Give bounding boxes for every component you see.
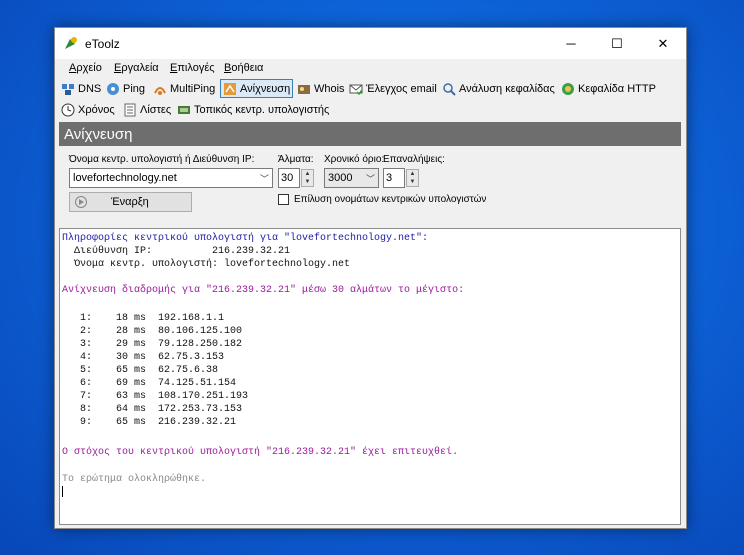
hop-row: 5: 65 ms 62.75.6.38 (62, 365, 219, 376)
menu-options[interactable]: Επιλογές (170, 62, 215, 74)
tool-multiping[interactable]: MultiPing (151, 79, 217, 98)
menu-file[interactable]: Αρχείο (69, 62, 102, 74)
tool-dns[interactable]: DNS (59, 79, 103, 98)
dns-icon (62, 83, 74, 95)
resolve-names-checkbox[interactable] (278, 194, 289, 205)
etoolz-app-icon (65, 37, 77, 49)
output-ip-line: Διεύθυνση IP: 216.239.32.21 (62, 246, 291, 257)
menu-tools[interactable]: Εργαλεία (114, 62, 159, 74)
text-caret (62, 486, 63, 497)
email-check-icon (349, 84, 363, 95)
toolbar-row-1: DNS Ping MultiPing Ανίχνευση Whois Έλεγχ… (55, 78, 686, 99)
hop-row: 8: 64 ms 172.253.73.153 (62, 404, 243, 415)
tool-email-check[interactable]: Έλεγχος email (347, 79, 439, 98)
output-trace-heading: Ανίχνευση διαδρομής για "216.239.32.21" … (62, 285, 465, 296)
start-button[interactable]: Έναρξη (69, 192, 192, 212)
maximize-button[interactable]: ☐ (594, 28, 640, 59)
list-icon (124, 103, 136, 116)
tool-lists[interactable]: Λίστες (121, 100, 173, 119)
hop-row: 4: 30 ms 62.75.3.153 (62, 352, 225, 363)
retries-spin-buttons[interactable]: ▲ ▼ (406, 169, 419, 187)
timeout-label: Χρονικό όριο: (324, 154, 385, 165)
tool-whois[interactable]: Whois (295, 79, 347, 98)
timeout-select[interactable]: 3000 ﹀ (324, 168, 379, 188)
section-title: Ανίχνευση (59, 122, 681, 146)
hop-row: 3: 29 ms 79.128.250.182 (62, 339, 243, 350)
hop-row: 1: 18 ms 192.168.1.1 (62, 313, 225, 324)
clock-icon (61, 103, 75, 116)
hop-row: 9: 65 ms 216.239.32.21 (62, 417, 237, 428)
retries-label: Επαναλήψεις: (383, 154, 445, 165)
traceroute-icon (224, 82, 236, 95)
chevron-down-icon[interactable]: ﹀ (260, 172, 269, 185)
tool-ping[interactable]: Ping (104, 79, 147, 98)
menu-bar: Αρχείο Εργαλεία Επιλογές Βοήθεια (55, 59, 686, 78)
hop-row: 2: 28 ms 80.106.125.100 (62, 326, 243, 337)
tool-local-host[interactable]: Τοπικός κεντρ. υπολογιστής (175, 100, 331, 119)
toolbar-row-2: Χρόνος Λίστες Τοπικός κεντρ. υπολογιστής (55, 99, 686, 120)
hop-row: 7: 63 ms 108.170.251.193 (62, 391, 249, 402)
title-bar[interactable]: eToolz ─ ☐ ✕ (55, 28, 686, 59)
hop-row: 6: 69 ms 74.125.51.154 (62, 378, 237, 389)
host-input[interactable]: lovefortechnology.net ﹀ (69, 168, 273, 188)
output-target-reached: Ο στόχος του κεντρικού υπολογιστή "216.2… (62, 447, 459, 458)
retries-input[interactable]: 3 (383, 168, 405, 188)
trace-options-panel: Όνομα κεντρ. υπολογιστή ή Διεύθυνση IP: … (59, 146, 681, 224)
ping-icon (107, 82, 119, 95)
whois-icon (298, 84, 310, 94)
resolve-names-label: Επίλυση ονομάτων κεντρικών υπολογιστών (294, 194, 487, 205)
output-query-complete: Το ερώτημα ολοκληρώθηκε. (62, 474, 207, 485)
menu-help[interactable]: Βοήθεια (224, 62, 263, 74)
http-header-icon (562, 82, 574, 95)
tool-http-header[interactable]: Κεφαλίδα HTTP (559, 79, 658, 98)
play-icon (75, 196, 87, 208)
host-label: Όνομα κεντρ. υπολογιστή ή Διεύθυνση IP: (69, 154, 255, 165)
local-host-icon (178, 105, 190, 114)
tool-header-analysis[interactable]: Ανάλυση κεφαλίδας (440, 79, 557, 98)
hops-label: Άλματα: (278, 154, 314, 165)
output-name-line: Όνομα κεντρ. υπολογιστή: lovefortechnolo… (62, 259, 351, 270)
window-title: eToolz (85, 37, 120, 51)
output-info-heading: Πληροφορίες κεντρικού υπολογιστή για "lo… (62, 233, 429, 244)
tool-traceroute[interactable]: Ανίχνευση (220, 79, 294, 98)
header-analysis-icon (443, 82, 456, 96)
hops-input[interactable]: 30 (278, 168, 300, 188)
chevron-down-icon[interactable]: ﹀ (366, 172, 375, 185)
hops-spin-buttons[interactable]: ▲ ▼ (301, 169, 314, 187)
trace-output[interactable]: Πληροφορίες κεντρικού υπολογιστή για "lo… (59, 228, 681, 525)
tool-time[interactable]: Χρόνος (59, 100, 117, 119)
close-button[interactable]: ✕ (640, 28, 686, 59)
multiping-icon (154, 86, 166, 95)
etoolz-window: eToolz ─ ☐ ✕ Αρχείο Εργαλεία Επιλογές Βο… (54, 27, 687, 529)
minimize-button[interactable]: ─ (548, 28, 594, 59)
